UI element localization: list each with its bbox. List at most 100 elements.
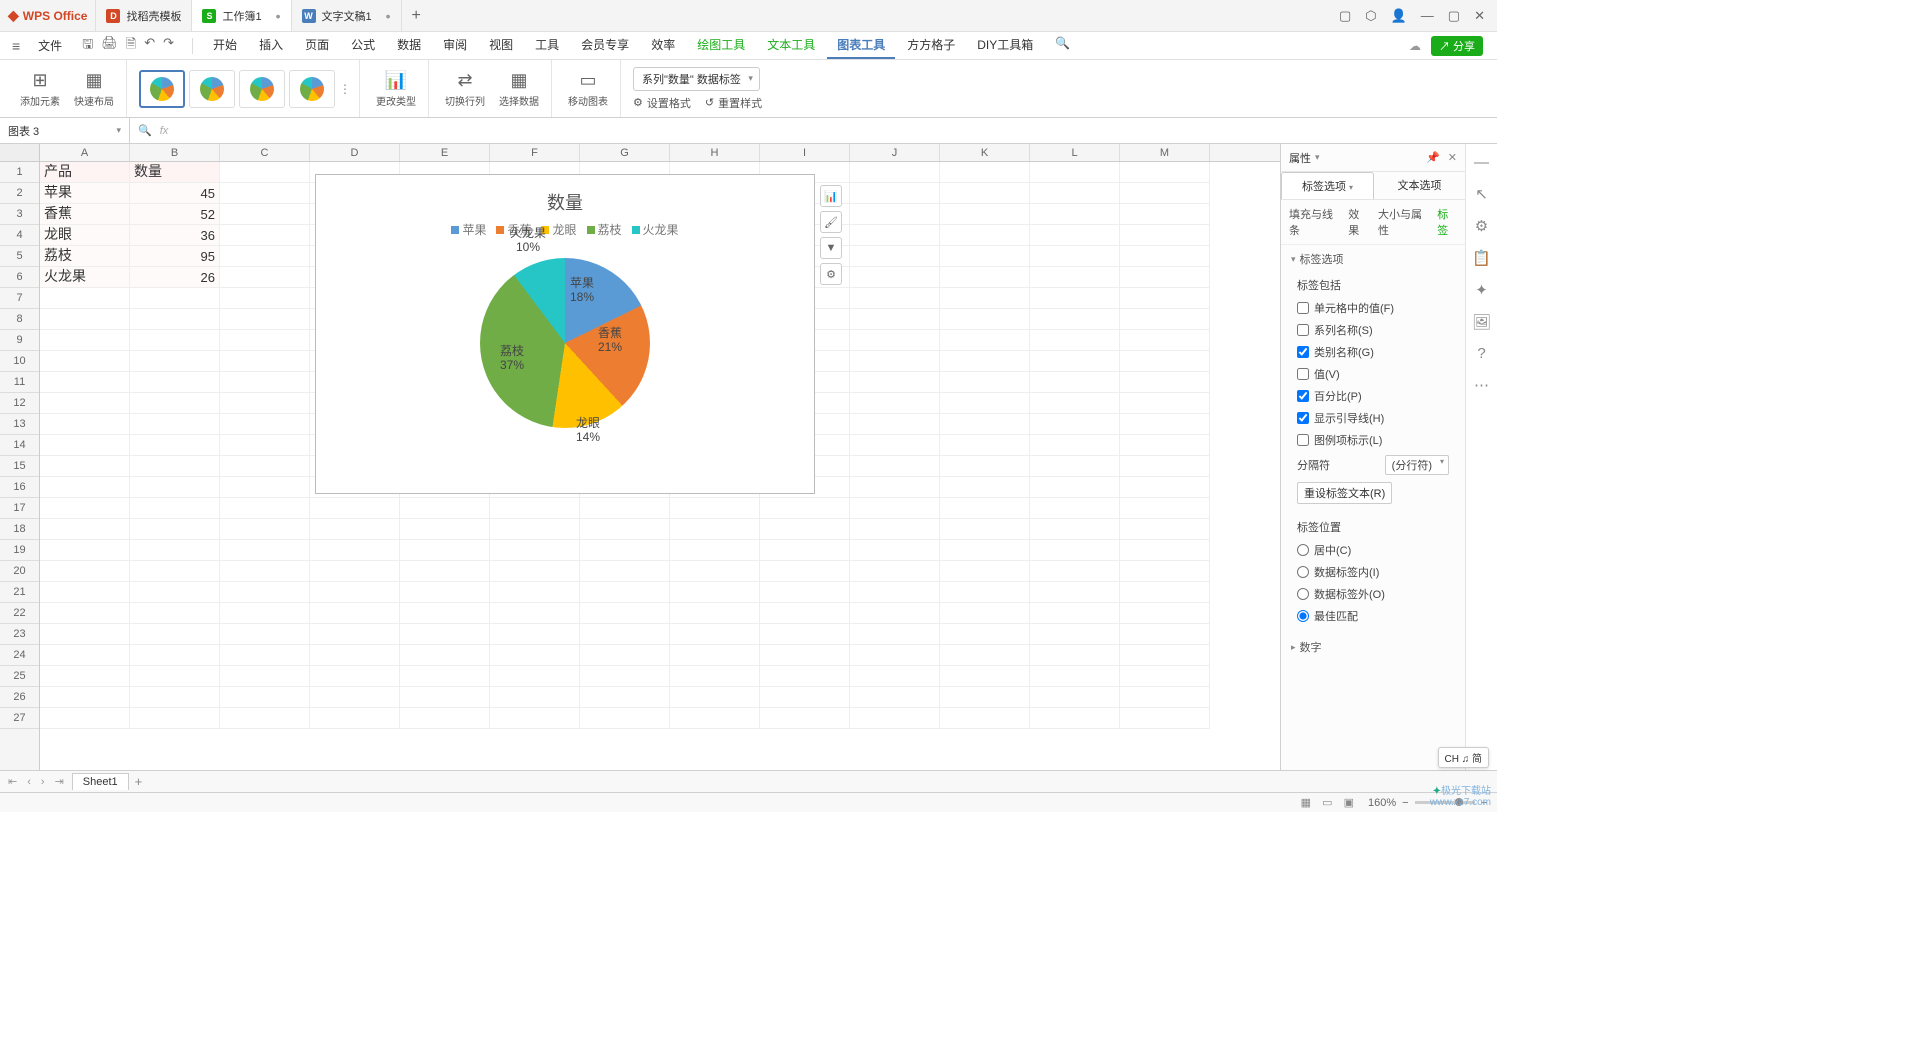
rad-bestfit[interactable]: 最佳匹配 [1291, 605, 1455, 627]
zoom-fx-icon[interactable]: 🔍 [138, 124, 152, 137]
cell[interactable] [130, 687, 220, 708]
cell[interactable] [40, 624, 130, 645]
tab-review[interactable]: 审阅 [433, 32, 477, 59]
cell[interactable] [220, 687, 310, 708]
cell[interactable] [40, 330, 130, 351]
sheet-tab-sheet1[interactable]: Sheet1 [72, 773, 129, 790]
cell[interactable] [850, 183, 940, 204]
cell[interactable] [220, 246, 310, 267]
cell[interactable] [1120, 687, 1210, 708]
row-header-21[interactable]: 21 [0, 582, 39, 603]
cell[interactable] [490, 624, 580, 645]
cell[interactable] [40, 666, 130, 687]
doc-tab-workbook1[interactable]: S 工作簿1 • [192, 0, 291, 31]
cell[interactable] [580, 666, 670, 687]
row-header-6[interactable]: 6 [0, 267, 39, 288]
row-header-9[interactable]: 9 [0, 330, 39, 351]
cell[interactable] [670, 708, 760, 729]
cell[interactable] [850, 393, 940, 414]
cell[interactable] [40, 582, 130, 603]
cell[interactable]: 36 [130, 225, 220, 246]
cell[interactable] [940, 540, 1030, 561]
cell[interactable]: 苹果 [40, 183, 130, 204]
cell[interactable] [1120, 582, 1210, 603]
share-button[interactable]: ↗ 分享 [1431, 36, 1483, 56]
cell[interactable] [1030, 603, 1120, 624]
row-header-8[interactable]: 8 [0, 309, 39, 330]
cell[interactable] [310, 498, 400, 519]
sheet-nav-first[interactable]: ⇤ [6, 775, 19, 788]
cell[interactable] [1030, 687, 1120, 708]
row-header-26[interactable]: 26 [0, 687, 39, 708]
row-header-27[interactable]: 27 [0, 708, 39, 729]
cell[interactable] [1120, 288, 1210, 309]
cell[interactable] [1030, 204, 1120, 225]
cell[interactable] [1030, 225, 1120, 246]
cell[interactable] [850, 246, 940, 267]
cell[interactable] [1030, 309, 1120, 330]
gallery-more-icon[interactable]: ⋮ [339, 82, 351, 96]
cell[interactable] [670, 603, 760, 624]
cell[interactable] [850, 204, 940, 225]
cell[interactable] [490, 687, 580, 708]
cell[interactable] [220, 288, 310, 309]
tab-view[interactable]: 视图 [479, 32, 523, 59]
col-header-I[interactable]: I [760, 144, 850, 161]
row-header-4[interactable]: 4 [0, 225, 39, 246]
cell[interactable]: 52 [130, 204, 220, 225]
print-icon[interactable]: 🖨 [101, 35, 118, 57]
cell[interactable] [940, 330, 1030, 351]
cell[interactable] [1120, 456, 1210, 477]
cell[interactable] [580, 561, 670, 582]
row-header-5[interactable]: 5 [0, 246, 39, 267]
cell[interactable] [850, 309, 940, 330]
cell[interactable] [220, 414, 310, 435]
cell[interactable] [1120, 393, 1210, 414]
cell[interactable] [760, 498, 850, 519]
pie-chart[interactable]: 苹果18% 香蕉21% 龙眼14% 荔枝37% 火龙果10% [480, 258, 650, 428]
cell[interactable] [1120, 267, 1210, 288]
cell[interactable] [310, 603, 400, 624]
save-icon[interactable]: 🖫 [82, 35, 93, 57]
set-format-button[interactable]: ⚙设置格式 [633, 95, 691, 111]
cell[interactable] [310, 540, 400, 561]
cell[interactable] [130, 624, 220, 645]
cell[interactable] [310, 561, 400, 582]
chevron-down-icon[interactable]: ▾ [116, 125, 121, 136]
quick-layout-button[interactable]: ▦快速布局 [70, 68, 118, 110]
cell[interactable] [400, 540, 490, 561]
cell[interactable] [940, 183, 1030, 204]
legend-item[interactable]: 火龙果 [632, 221, 679, 238]
cell[interactable] [1030, 246, 1120, 267]
cell[interactable] [400, 708, 490, 729]
cell[interactable] [940, 225, 1030, 246]
cell[interactable] [130, 708, 220, 729]
cell[interactable] [760, 561, 850, 582]
cell[interactable]: 45 [130, 183, 220, 204]
col-header-B[interactable]: B [130, 144, 220, 161]
row-header-19[interactable]: 19 [0, 540, 39, 561]
cell[interactable] [850, 351, 940, 372]
chart-settings-button[interactable]: ⚙ [820, 263, 842, 285]
cell[interactable] [490, 666, 580, 687]
cell[interactable] [940, 561, 1030, 582]
chk-series-name[interactable]: 系列名称(S) [1291, 319, 1455, 341]
rail-image-icon[interactable]: 🖼 [1472, 313, 1491, 331]
cell[interactable] [760, 519, 850, 540]
subtab-size[interactable]: 大小与属性 [1378, 206, 1427, 238]
chk-legend-key[interactable]: 图例项标示(L) [1291, 429, 1455, 451]
cell[interactable] [940, 456, 1030, 477]
add-element-button[interactable]: ⊞添加元素 [16, 68, 64, 110]
reset-style-button[interactable]: ↺重置样式 [705, 95, 762, 111]
window-restore2-icon[interactable]: ▢ [1339, 8, 1351, 24]
rail-collapse-icon[interactable]: — [1474, 154, 1489, 171]
col-header-F[interactable]: F [490, 144, 580, 161]
cell[interactable] [670, 666, 760, 687]
cell[interactable] [1030, 645, 1120, 666]
cell[interactable] [940, 582, 1030, 603]
cell[interactable] [850, 603, 940, 624]
cell[interactable] [670, 645, 760, 666]
legend-item[interactable]: 龙眼 [541, 221, 576, 238]
data-label-banana[interactable]: 香蕉21% [598, 326, 622, 355]
add-sheet-button[interactable]: + [135, 774, 143, 789]
